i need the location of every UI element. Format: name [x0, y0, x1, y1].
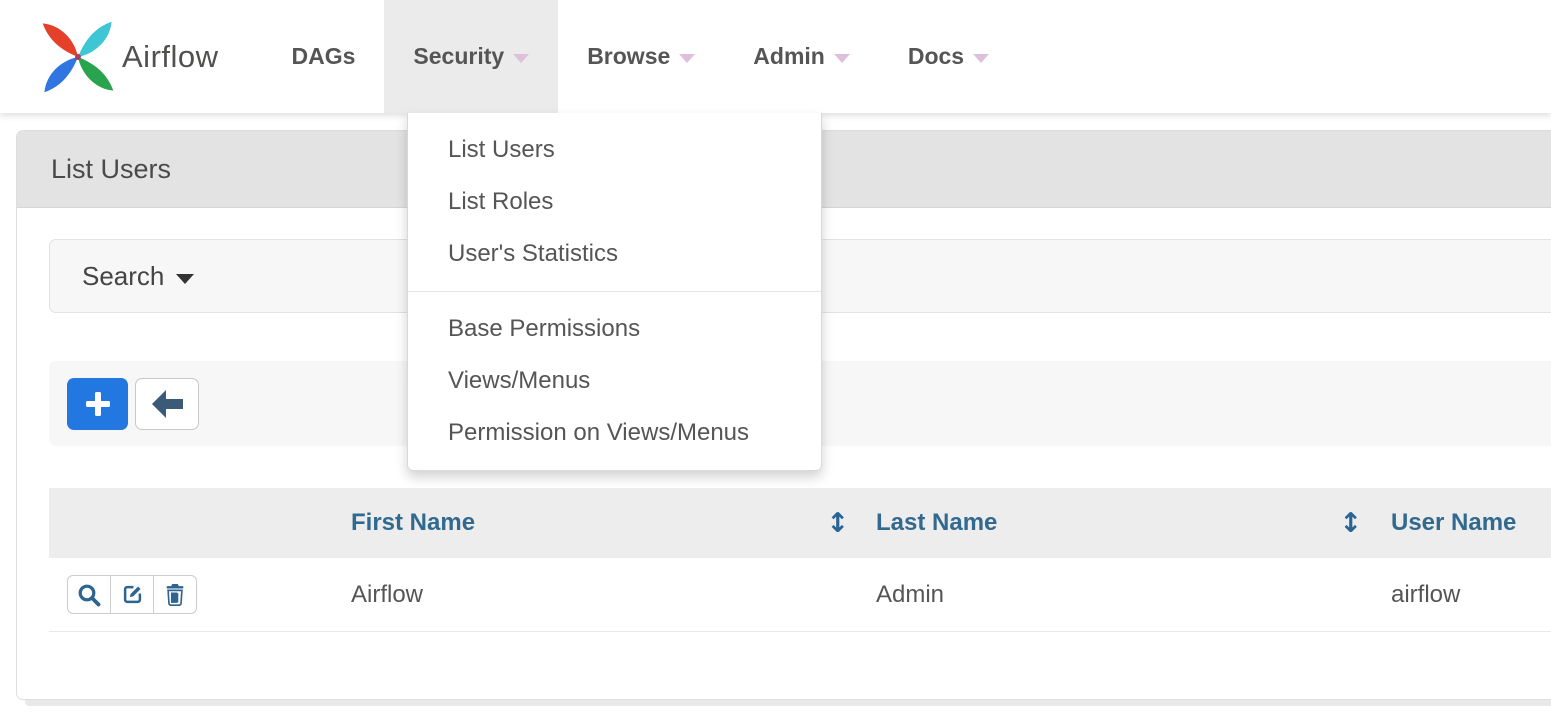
last-name-cell: Admin: [861, 581, 1376, 609]
nav-item-label: Admin: [753, 43, 825, 70]
nav-item-label: DAGs: [292, 43, 356, 70]
menu-item-permission-on-views-menus[interactable]: Permission on Views/Menus: [408, 407, 821, 459]
plus-icon: [85, 391, 111, 417]
show-record-button[interactable]: [67, 575, 111, 614]
menu-item-list-roles[interactable]: List Roles: [408, 176, 821, 228]
main-nav: DAGs Security Browse Admin Docs: [263, 0, 1019, 113]
edit-record-button[interactable]: [110, 575, 154, 614]
row-actions-cell: [49, 575, 251, 614]
users-table: First Name ↕ Last Name ↕ User Name: [49, 488, 1551, 632]
top-navbar: Airflow DAGs Security Browse Admin Docs: [0, 0, 1551, 113]
brand-title: Airflow: [122, 39, 219, 75]
menu-item-users-statistics[interactable]: User's Statistics: [408, 228, 821, 280]
first-name-cell: Airflow: [251, 581, 861, 609]
menu-item-base-permissions[interactable]: Base Permissions: [408, 303, 821, 355]
user-name-cell: airflow: [1376, 581, 1551, 609]
nav-item-admin[interactable]: Admin: [724, 0, 879, 113]
delete-record-button[interactable]: [153, 575, 197, 614]
first-name-header-cell[interactable]: First Name ↕: [251, 509, 861, 537]
back-button[interactable]: [135, 378, 199, 430]
trash-icon: [164, 583, 186, 606]
nav-item-label: Browse: [587, 43, 670, 70]
caret-down-icon: [834, 54, 850, 63]
airflow-brand[interactable]: Airflow: [36, 0, 219, 113]
table-row: Airflow Admin airflow: [49, 558, 1551, 632]
page-title: List Users: [51, 154, 171, 185]
row-actions-group: [67, 575, 251, 614]
airflow-app: Airflow DAGs Security Browse Admin Docs: [0, 0, 1551, 712]
menu-item-list-users[interactable]: List Users: [408, 124, 821, 176]
column-header-last-name[interactable]: Last Name: [876, 509, 997, 537]
nav-item-docs[interactable]: Docs: [879, 0, 1018, 113]
caret-down-icon: [513, 54, 529, 63]
table-header-row: First Name ↕ Last Name ↕ User Name: [49, 488, 1551, 558]
sort-updown-icon[interactable]: ↕: [826, 510, 849, 537]
search-label: Search: [82, 261, 164, 292]
menu-divider: [408, 291, 821, 292]
magnifier-icon: [77, 583, 101, 607]
caret-down-icon: [679, 54, 695, 63]
user-name-header-cell[interactable]: User Name: [1376, 509, 1551, 537]
menu-item-views-menus[interactable]: Views/Menus: [408, 355, 821, 407]
nav-item-security[interactable]: Security: [384, 0, 558, 113]
last-name-header-cell[interactable]: Last Name ↕: [861, 509, 1376, 537]
airflow-pinwheel-logo: [36, 15, 120, 99]
column-header-first-name[interactable]: First Name: [351, 509, 475, 537]
nav-item-label: Docs: [908, 43, 964, 70]
caret-down-icon: [973, 54, 989, 63]
edit-icon: [121, 583, 144, 606]
sort-updown-icon[interactable]: ↕: [1339, 510, 1362, 537]
nav-item-dags[interactable]: DAGs: [263, 0, 385, 113]
caret-down-icon: [176, 274, 194, 284]
nav-item-browse[interactable]: Browse: [558, 0, 724, 113]
security-dropdown-menu: List Users List Roles User's Statistics …: [407, 113, 822, 471]
nav-item-label: Security: [413, 43, 504, 70]
column-header-user-name[interactable]: User Name: [1391, 509, 1516, 536]
add-record-button[interactable]: [67, 378, 128, 430]
arrow-left-icon: [152, 390, 183, 418]
